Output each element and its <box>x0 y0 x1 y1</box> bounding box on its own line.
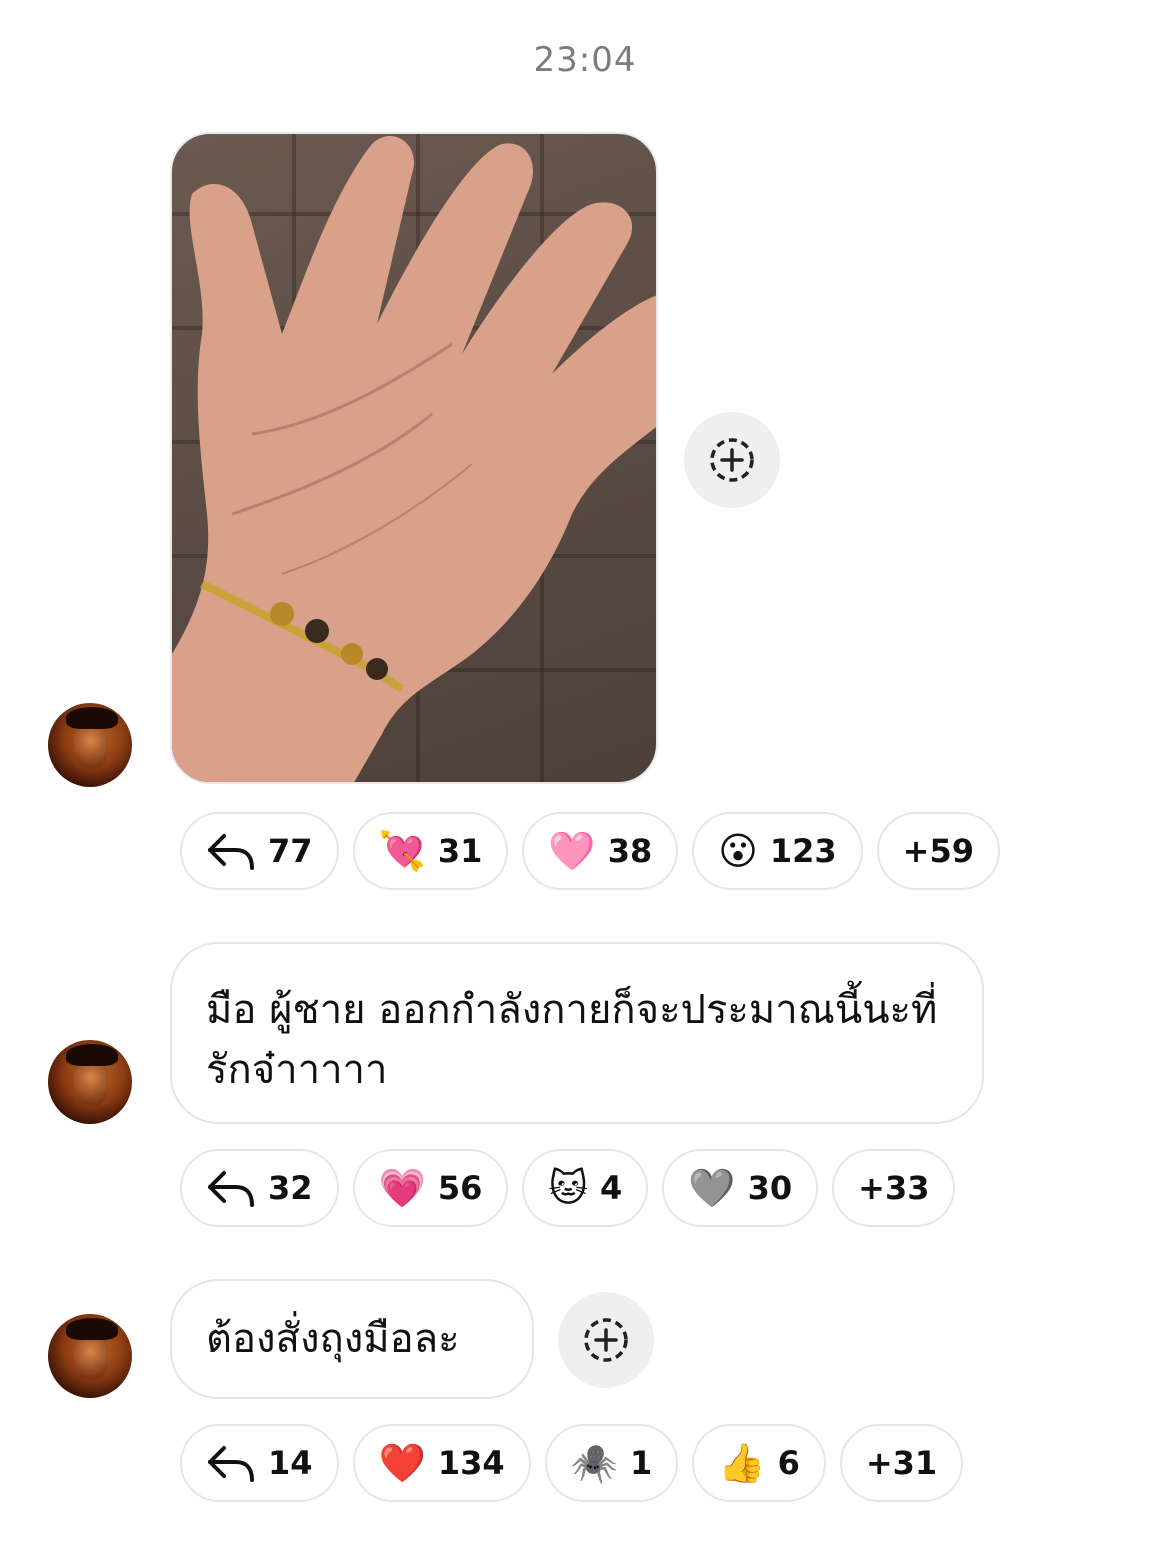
reply-count: 32 <box>268 1169 313 1207</box>
more-reactions-count: +33 <box>858 1169 930 1207</box>
reaction-bar: 14 ❤️ 134 🕷️ 1 👍 6 +31 <box>180 1424 964 1502</box>
message-text: ต้องสั่งถุงมือละ <box>206 1316 460 1362</box>
growing-heart-emoji: 💗 <box>378 1166 426 1210</box>
surprised-face-emoji: 😮 <box>718 829 758 873</box>
reaction-count: 30 <box>747 1169 793 1207</box>
reaction-pill[interactable]: 💘 31 <box>352 812 509 890</box>
more-reactions-pill[interactable]: +59 <box>876 812 1001 890</box>
reaction-count: 1 <box>629 1444 653 1482</box>
heart-arrow-emoji: 💘 <box>378 829 426 873</box>
sender-avatar[interactable] <box>48 1314 132 1398</box>
message-text: มือ ผู้ชาย ออกกำลังกายก็จะประมาณนี้นะที่… <box>206 987 938 1093</box>
message-bubble[interactable]: ต้องสั่งถุงมือละ <box>170 1279 534 1399</box>
reaction-pill[interactable]: 💗 56 <box>352 1149 509 1227</box>
reaction-pill[interactable]: ❤️ 134 <box>352 1424 531 1502</box>
reaction-pill[interactable]: 🐱 4 <box>522 1149 649 1227</box>
hand-photo-drawing <box>172 135 656 782</box>
red-heart-emoji: ❤️ <box>378 1441 426 1485</box>
reaction-pill[interactable]: 🕷️ 1 <box>544 1424 679 1502</box>
spider-emoji: 🕷️ <box>570 1441 618 1485</box>
more-reactions-count: +31 <box>865 1444 938 1482</box>
reaction-count: 134 <box>437 1444 505 1482</box>
reply-count-pill[interactable]: 77 <box>180 812 339 890</box>
sender-avatar[interactable] <box>48 1040 132 1124</box>
reaction-bar: 32 💗 56 🐱 4 🩶 30 +33 <box>180 1149 956 1227</box>
more-reactions-pill[interactable]: +33 <box>832 1149 956 1227</box>
more-reactions-count: +59 <box>902 832 975 870</box>
reaction-pill[interactable]: 🩶 30 <box>662 1149 819 1227</box>
reaction-count: 6 <box>777 1444 800 1482</box>
reply-count: 14 <box>268 1444 313 1482</box>
reaction-count: 123 <box>769 832 837 870</box>
add-reaction-button[interactable] <box>558 1292 654 1388</box>
pink-heart-emoji: 🩷 <box>548 829 596 873</box>
reaction-count: 56 <box>437 1169 483 1207</box>
reply-count: 77 <box>268 832 313 870</box>
add-reaction-button[interactable] <box>684 412 780 508</box>
reply-icon <box>208 834 254 870</box>
more-reactions-pill[interactable]: +31 <box>839 1424 964 1502</box>
message-bubble[interactable]: มือ ผู้ชาย ออกกำลังกายก็จะประมาณนี้นะที่… <box>170 942 984 1124</box>
add-reaction-icon <box>710 438 754 482</box>
reply-icon <box>208 1446 254 1482</box>
reaction-pill[interactable]: 😮 123 <box>692 812 863 890</box>
reaction-pill[interactable]: 👍 6 <box>692 1424 826 1502</box>
cat-face-emoji: 🐱 <box>548 1166 589 1210</box>
reaction-count: 38 <box>607 832 653 870</box>
sender-avatar[interactable] <box>48 703 132 787</box>
reply-count-pill[interactable]: 14 <box>180 1424 339 1502</box>
reaction-bar: 77 💘 31 🩷 38 😮 123 +59 <box>180 812 1001 890</box>
reply-icon <box>208 1171 254 1207</box>
reaction-pill[interactable]: 🩷 38 <box>522 812 679 890</box>
grey-heart-emoji: 🩶 <box>688 1166 736 1210</box>
message-timestamp: 23:04 <box>533 40 637 80</box>
thumbs-up-emoji: 👍 <box>718 1441 766 1485</box>
message-image[interactable] <box>170 132 658 784</box>
add-reaction-icon <box>584 1318 628 1362</box>
reaction-count: 4 <box>600 1169 623 1207</box>
reply-count-pill[interactable]: 32 <box>180 1149 339 1227</box>
reaction-count: 31 <box>437 832 483 870</box>
